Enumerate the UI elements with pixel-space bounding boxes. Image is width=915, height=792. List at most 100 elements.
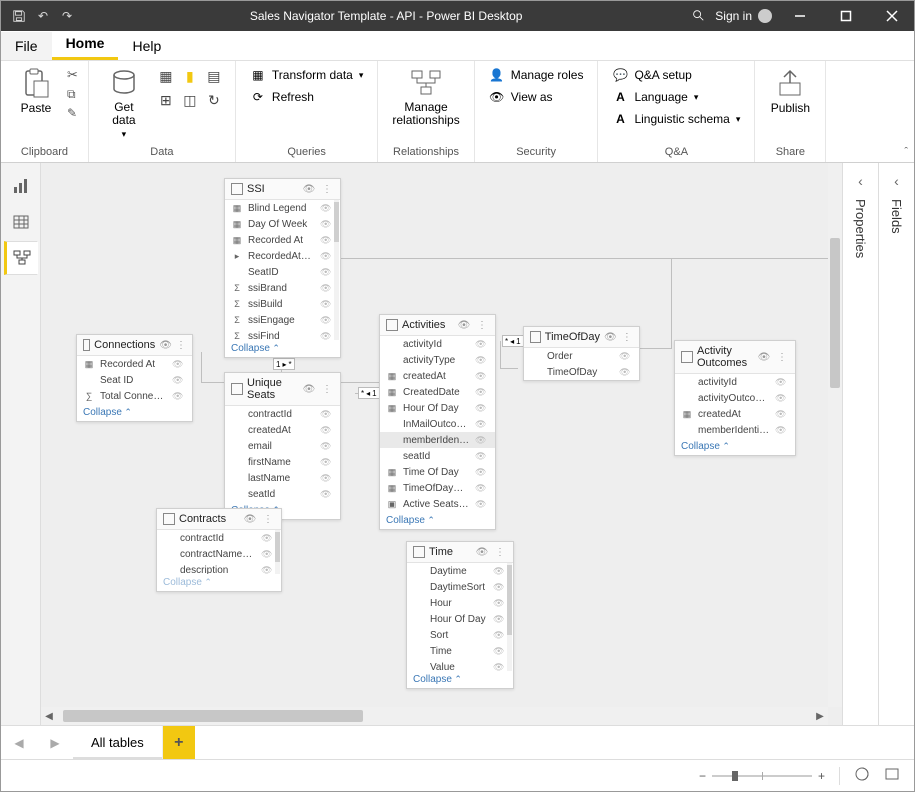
field-visibility-icon[interactable]: 👁 (475, 467, 489, 478)
sign-in-button[interactable]: Sign in (711, 9, 776, 23)
field-row[interactable]: ▦Recorded At👁 (225, 232, 340, 248)
zoom-slider[interactable]: − + (699, 769, 825, 783)
table-ssi[interactable]: SSI👁⋮ ▦Blind Legend👁▦Day Of Week👁▦Record… (224, 178, 341, 358)
field-row[interactable]: activityId👁 (675, 374, 795, 390)
field-row[interactable]: ▦TimeOfDayOrder👁 (380, 480, 495, 496)
field-visibility-icon[interactable]: 👁 (493, 630, 507, 641)
fullscreen-button[interactable] (884, 766, 900, 785)
pbi-source-icon[interactable]: ▮ (179, 65, 201, 87)
field-visibility-icon[interactable]: 👁 (320, 203, 334, 214)
field-row[interactable]: ΣssiEngage👁 (225, 312, 340, 328)
field-visibility-icon[interactable]: 👁 (320, 331, 334, 341)
redo-icon[interactable]: ↷ (57, 6, 77, 26)
field-row[interactable]: ▦createdAt👁 (675, 406, 795, 422)
horizontal-scrollbar[interactable]: ◀ ▶ (41, 707, 828, 725)
field-visibility-icon[interactable]: 👁 (493, 566, 507, 577)
cut-icon[interactable]: ✂ (67, 67, 78, 83)
field-row[interactable]: Time👁 (407, 643, 513, 659)
field-visibility-icon[interactable]: 👁 (475, 371, 489, 382)
field-visibility-icon[interactable]: 👁 (320, 283, 334, 294)
field-row[interactable]: ▦Blind Legend👁 (225, 200, 340, 216)
field-row[interactable]: seatId👁 (225, 486, 340, 502)
scroll-right-icon[interactable]: ▶ (812, 711, 828, 722)
chevron-left-icon[interactable]: ‹ (894, 173, 899, 189)
field-row[interactable]: ▸RecordedAtDate👁 (225, 248, 340, 264)
field-row[interactable]: activityId👁 (380, 336, 495, 352)
visibility-icon[interactable]: 👁 (159, 340, 172, 351)
tab-all-tables[interactable]: All tables (73, 726, 163, 759)
chevron-left-icon[interactable]: ‹ (858, 173, 863, 189)
field-visibility-icon[interactable]: 👁 (320, 251, 334, 262)
field-visibility-icon[interactable]: 👁 (475, 387, 489, 398)
tab-nav-prev[interactable]: ◀ (1, 726, 37, 759)
field-row[interactable]: ▦Time Of Day👁 (380, 464, 495, 480)
collapse-link[interactable]: Collapse (225, 340, 340, 357)
field-visibility-icon[interactable]: 👁 (320, 425, 334, 436)
field-visibility-icon[interactable]: 👁 (261, 565, 275, 575)
recent-sources-icon[interactable]: ↻ (203, 89, 225, 111)
publish-button[interactable]: Publish (765, 65, 815, 117)
field-row[interactable]: ▦CreatedDate👁 (380, 384, 495, 400)
save-icon[interactable] (9, 6, 29, 26)
field-visibility-icon[interactable]: 👁 (775, 393, 789, 404)
tab-nav-next[interactable]: ▶ (37, 726, 73, 759)
field-visibility-icon[interactable]: 👁 (775, 377, 789, 388)
field-visibility-icon[interactable]: 👁 (493, 614, 507, 625)
collapse-ribbon-button[interactable]: ˆ (904, 146, 908, 158)
field-row[interactable]: InMailOutcome👁 (380, 416, 495, 432)
field-visibility-icon[interactable]: 👁 (493, 582, 507, 593)
field-row[interactable]: Order👁 (524, 348, 639, 364)
field-visibility-icon[interactable]: 👁 (261, 533, 275, 544)
field-row[interactable]: DaytimeSort👁 (407, 579, 513, 595)
paste-button[interactable]: Paste (11, 65, 61, 117)
field-row[interactable]: firstName👁 (225, 454, 340, 470)
field-visibility-icon[interactable]: 👁 (320, 457, 334, 468)
field-visibility-icon[interactable]: 👁 (320, 299, 334, 310)
collapse-link[interactable]: Collapse (407, 671, 513, 688)
zoom-out-button[interactable]: − (699, 769, 706, 783)
view-as-button[interactable]: 👁 View as (485, 87, 588, 107)
field-row[interactable]: ∑Total Connections👁 (77, 388, 192, 404)
close-button[interactable] (870, 1, 914, 31)
refresh-button[interactable]: ⟳ Refresh (246, 87, 367, 107)
visibility-icon[interactable]: 👁 (604, 332, 617, 343)
manage-relationships-button[interactable]: Manage relationships (388, 65, 463, 129)
zoom-track[interactable] (712, 775, 812, 777)
field-visibility-icon[interactable]: 👁 (261, 549, 275, 560)
visibility-icon[interactable]: 👁 (457, 320, 471, 331)
more-icon[interactable]: ⋮ (493, 547, 507, 558)
scroll-left-icon[interactable]: ◀ (41, 711, 57, 722)
table-activities[interactable]: Activities👁⋮ activityId👁activityType👁▦cr… (379, 314, 496, 530)
field-row[interactable]: ▣Active Seats (no blanks)👁 (380, 496, 495, 512)
field-visibility-icon[interactable]: 👁 (320, 315, 334, 326)
field-visibility-icon[interactable]: 👁 (172, 375, 186, 386)
field-visibility-icon[interactable]: 👁 (475, 403, 489, 414)
copy-icon[interactable]: ⧉ (67, 87, 78, 102)
field-visibility-icon[interactable]: 👁 (475, 419, 489, 430)
field-visibility-icon[interactable]: 👁 (493, 646, 507, 657)
undo-icon[interactable]: ↶ (33, 6, 53, 26)
field-row[interactable]: createdAt👁 (225, 422, 340, 438)
tab-file[interactable]: File (1, 32, 52, 60)
format-painter-icon[interactable]: ✎ (67, 106, 78, 120)
field-row[interactable]: contractId👁 (157, 530, 281, 546)
add-tab-button[interactable]: + (163, 726, 195, 759)
maximize-button[interactable] (824, 1, 868, 31)
field-row[interactable]: lastName👁 (225, 470, 340, 486)
language-button[interactable]: A Language ▾ (608, 87, 744, 107)
field-row[interactable]: memberIdentityKey👁 (675, 422, 795, 438)
properties-pane-collapsed[interactable]: ‹ Properties (842, 163, 878, 725)
field-visibility-icon[interactable]: 👁 (475, 499, 489, 510)
field-visibility-icon[interactable]: 👁 (619, 367, 633, 378)
field-visibility-icon[interactable]: 👁 (172, 391, 186, 402)
visibility-icon[interactable]: 👁 (475, 547, 489, 558)
field-row[interactable]: ▦Hour Of Day👁 (380, 400, 495, 416)
zoom-in-button[interactable]: + (818, 769, 825, 783)
vertical-scrollbar[interactable] (828, 163, 842, 707)
field-visibility-icon[interactable]: 👁 (775, 425, 789, 436)
collapse-link[interactable]: Collapse (157, 574, 281, 591)
visibility-icon[interactable]: 👁 (757, 352, 771, 363)
field-row[interactable]: description👁 (157, 562, 281, 574)
model-canvas[interactable]: 1▸* *◂1 *◂1 *◂1 *◂1 SSI👁⋮ ▦Blind Legend👁… (41, 163, 842, 725)
field-visibility-icon[interactable]: 👁 (619, 351, 633, 362)
